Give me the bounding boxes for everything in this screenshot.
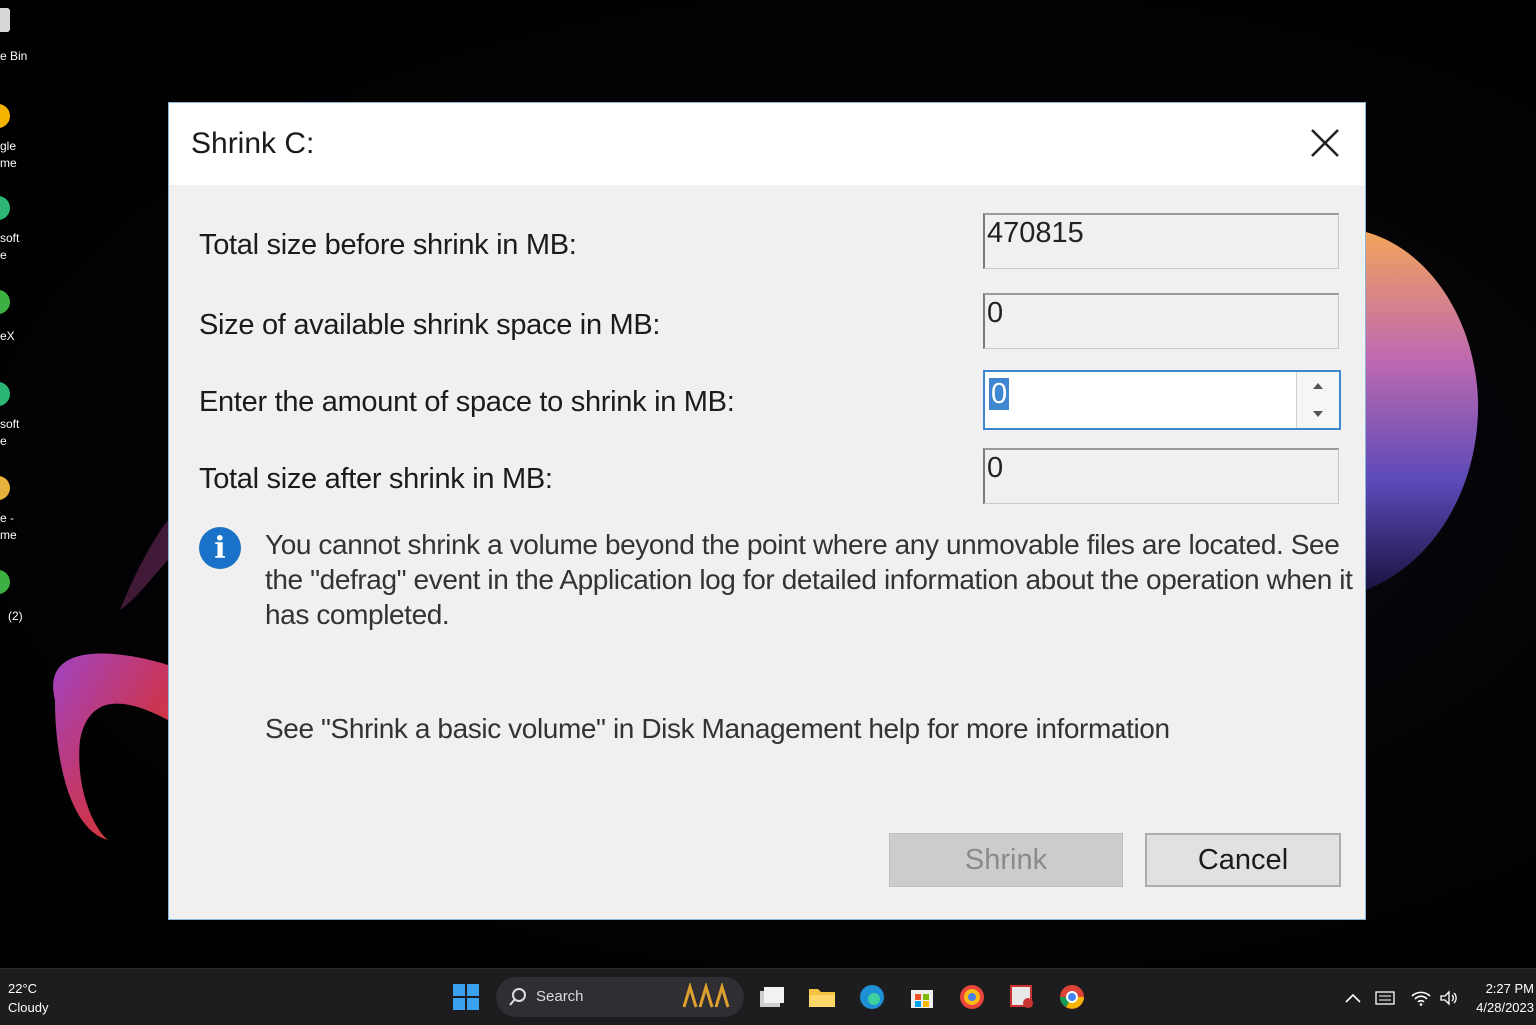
desktop-icon-label: e Bin	[0, 49, 28, 63]
desktop-icon-label: eX	[0, 329, 15, 343]
total-size-before-label: Total size before shrink in MB:	[199, 229, 577, 261]
search-icon	[509, 988, 526, 1006]
weather-desc: Cloudy	[8, 1000, 49, 1015]
info-icon: i	[199, 527, 241, 569]
chevron-up-icon	[1345, 993, 1361, 1003]
search-highlight-icon	[682, 983, 730, 1008]
info-message: You cannot shrink a volume beyond the po…	[265, 529, 1353, 630]
spin-down-button[interactable]	[1297, 400, 1339, 428]
total-size-after-value: 0	[987, 452, 1004, 484]
chrome-canary-button[interactable]	[956, 981, 988, 1013]
snipping-tool-button[interactable]	[1006, 981, 1038, 1013]
chevron-up-icon	[1313, 383, 1323, 389]
store-icon	[911, 990, 933, 1008]
chrome-taskbar-button[interactable]	[1056, 981, 1088, 1013]
clock-time: 2:27 PM	[1485, 981, 1534, 996]
available-shrink-space-value: 0	[987, 297, 1004, 329]
taskbar: 22°C Cloudy Search 2:27 PM 4/28/2023	[0, 968, 1536, 1025]
close-button[interactable]	[1303, 121, 1347, 165]
cancel-button[interactable]: Cancel	[1145, 833, 1341, 887]
total-size-before-field: 470815	[983, 213, 1339, 269]
taskbar-search[interactable]: Search	[496, 977, 744, 1017]
shrink-button[interactable]: Shrink	[889, 833, 1123, 887]
folder-icon	[809, 989, 835, 1007]
total-size-after-label: Total size after shrink in MB:	[199, 463, 553, 495]
task-view-icon	[760, 987, 784, 1007]
task-view-button[interactable]	[756, 981, 788, 1013]
weather-widget[interactable]: 22°C Cloudy	[8, 979, 48, 1017]
shrink-amount-stepper[interactable]: 0	[983, 370, 1341, 430]
desktop-icon-label: (2)	[8, 609, 23, 623]
shrink-amount-value: 0	[989, 378, 1010, 410]
taskbar-clock[interactable]: 2:27 PM 4/28/2023	[1476, 979, 1534, 1017]
keyboard-button[interactable]	[1374, 987, 1396, 1009]
start-button[interactable]	[450, 981, 482, 1013]
speaker-icon	[1440, 990, 1457, 1006]
help-message: See "Shrink a basic volume" in Disk Mana…	[265, 713, 1170, 744]
available-shrink-space-label: Size of available shrink space in MB:	[199, 309, 661, 341]
weather-temp: 22°C	[8, 981, 38, 996]
total-size-after-field: 0	[983, 448, 1339, 504]
close-icon	[1311, 129, 1339, 157]
wifi-button[interactable]	[1410, 987, 1432, 1009]
dialog-title: Shrink C:	[191, 127, 315, 160]
chrome-icon	[1060, 985, 1084, 1009]
browser-icon	[960, 985, 984, 1009]
shrink-amount-label: Enter the amount of space to shrink in M…	[199, 386, 735, 418]
wifi-icon	[1411, 991, 1431, 1006]
desktop-icon-label: gle me	[0, 139, 17, 170]
snipping-tool-icon	[1010, 985, 1033, 1008]
recycle-bin-icon	[0, 8, 10, 32]
shrink-dialog: Shrink C: Total size before shrink in MB…	[168, 102, 1366, 920]
edge-icon	[860, 985, 884, 1009]
edge-taskbar-button[interactable]	[856, 981, 888, 1013]
clock-date: 4/28/2023	[1476, 1000, 1534, 1015]
desktop-icon-label: soft e	[0, 417, 20, 448]
store-button[interactable]	[906, 981, 938, 1013]
shrink-amount-input[interactable]: 0	[989, 378, 1010, 411]
available-shrink-space-field: 0	[983, 293, 1339, 349]
dialog-titlebar[interactable]: Shrink C:	[169, 103, 1365, 185]
search-label: Search	[536, 988, 584, 1005]
keyboard-icon	[1375, 991, 1395, 1005]
chevron-down-icon	[1313, 411, 1323, 417]
desktop-icon-label: soft e	[0, 231, 20, 262]
desktop-icon-label: e - me	[0, 511, 17, 542]
spin-up-button[interactable]	[1297, 372, 1339, 400]
show-hidden-icons-button[interactable]	[1342, 987, 1364, 1009]
total-size-before-value: 470815	[987, 217, 1084, 249]
shrink-amount-spinner	[1296, 372, 1339, 428]
volume-button[interactable]	[1438, 987, 1460, 1009]
windows-logo-icon	[453, 984, 479, 1010]
file-explorer-button[interactable]	[806, 981, 838, 1013]
